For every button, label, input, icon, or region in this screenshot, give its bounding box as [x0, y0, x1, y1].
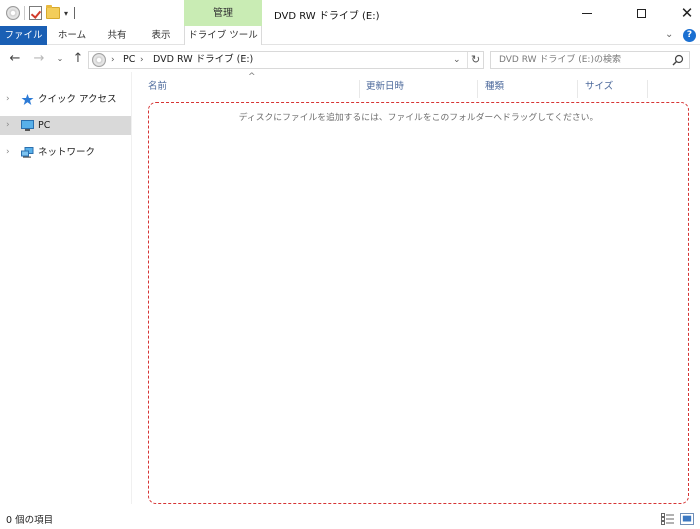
tab-home[interactable]: ホーム	[53, 26, 91, 45]
tab-share[interactable]: 共有	[98, 26, 136, 45]
network-icon	[21, 147, 34, 158]
title-bar: ▾ 管理 DVD RW ドライブ (E:) ✕	[0, 0, 700, 26]
computer-icon	[21, 120, 34, 131]
search-input[interactable]: DVD RW ドライブ (E:)の検索	[490, 51, 690, 69]
breadcrumb-pc[interactable]: PC	[123, 52, 135, 68]
breadcrumb-dvd-drive[interactable]: DVD RW ドライブ (E:)	[153, 52, 253, 68]
quick-access-toolbar: ▾	[6, 5, 76, 21]
sidebar-item-label: PC	[38, 120, 51, 131]
breadcrumb-separator[interactable]: ›	[140, 52, 144, 68]
large-icons-view-icon[interactable]	[680, 513, 694, 525]
forward-button[interactable]: →	[31, 50, 47, 68]
help-icon[interactable]: ?	[683, 29, 696, 42]
sidebar-item-label: クイック アクセス	[38, 94, 117, 105]
column-header-name[interactable]: 名前	[133, 80, 360, 98]
window-title: DVD RW ドライブ (E:)	[274, 11, 380, 22]
address-bar[interactable]: › PC › DVD RW ドライブ (E:) ⌄ ↻	[88, 51, 484, 69]
details-view-icon[interactable]	[661, 513, 675, 525]
navigation-pane: › クイック アクセス › PC › ネットワーク	[0, 72, 132, 504]
toolbar-divider	[24, 6, 25, 20]
ribbon-tab-bar: ファイル ホーム 共有 表示 ドライブ ツール ⌄ ?	[0, 26, 700, 45]
expand-chevron-icon[interactable]: ›	[6, 90, 10, 109]
empty-folder-message: ディスクにファイルを追加するには、ファイルをこのフォルダーへドラッグしてください…	[238, 113, 599, 123]
tab-drive-tools[interactable]: ドライブ ツール	[184, 26, 262, 45]
refresh-button[interactable]: ↻	[467, 52, 480, 68]
back-button[interactable]: ←	[7, 50, 23, 68]
customize-dropdown-icon[interactable]: ▾	[64, 9, 68, 18]
manage-context-tab: 管理	[184, 0, 262, 26]
minimize-button[interactable]	[564, 0, 610, 26]
sidebar-item-network[interactable]: › ネットワーク	[0, 143, 131, 162]
properties-icon[interactable]	[29, 6, 42, 20]
recent-locations-button[interactable]: ⌄	[54, 50, 66, 68]
status-bar: 0 個の項目	[0, 509, 700, 529]
star-icon	[21, 94, 34, 105]
expand-chevron-icon[interactable]: ›	[6, 143, 10, 162]
column-header-date-modified[interactable]: 更新日時	[360, 80, 478, 98]
up-button[interactable]: ↑	[70, 50, 86, 68]
sidebar-item-label: ネットワーク	[38, 147, 96, 158]
address-row: ← → ⌄ ↑ › PC › DVD RW ドライブ (E:) ⌄ ↻ DVD …	[0, 46, 700, 72]
maximize-icon	[636, 8, 646, 18]
column-header-type[interactable]: 種類	[478, 80, 578, 98]
sidebar-item-pc[interactable]: › PC	[0, 116, 131, 135]
address-dropdown-icon[interactable]: ⌄	[453, 52, 461, 68]
expand-ribbon-icon[interactable]: ⌄	[665, 29, 673, 40]
maximize-button[interactable]	[618, 0, 664, 26]
burn-drop-zone[interactable]: ディスクにファイルを追加するには、ファイルをこのフォルダーへドラッグしてください…	[148, 102, 689, 504]
tab-file[interactable]: ファイル	[0, 26, 47, 45]
expand-chevron-icon[interactable]: ›	[6, 116, 10, 135]
breadcrumb-separator[interactable]: ›	[111, 52, 115, 68]
disc-drive-icon	[92, 53, 106, 67]
new-folder-icon[interactable]	[46, 5, 60, 19]
tab-view[interactable]: 表示	[142, 26, 180, 45]
minimize-icon	[582, 12, 592, 14]
search-icon[interactable]	[672, 54, 684, 66]
item-count: 0 個の項目	[6, 515, 54, 526]
close-button[interactable]: ✕	[664, 0, 700, 26]
column-header-size[interactable]: サイズ	[578, 80, 648, 98]
disc-icon[interactable]	[6, 6, 20, 20]
toolbar-divider	[74, 7, 76, 19]
search-placeholder: DVD RW ドライブ (E:)の検索	[499, 55, 621, 65]
sidebar-item-quick-access[interactable]: › クイック アクセス	[0, 90, 131, 109]
